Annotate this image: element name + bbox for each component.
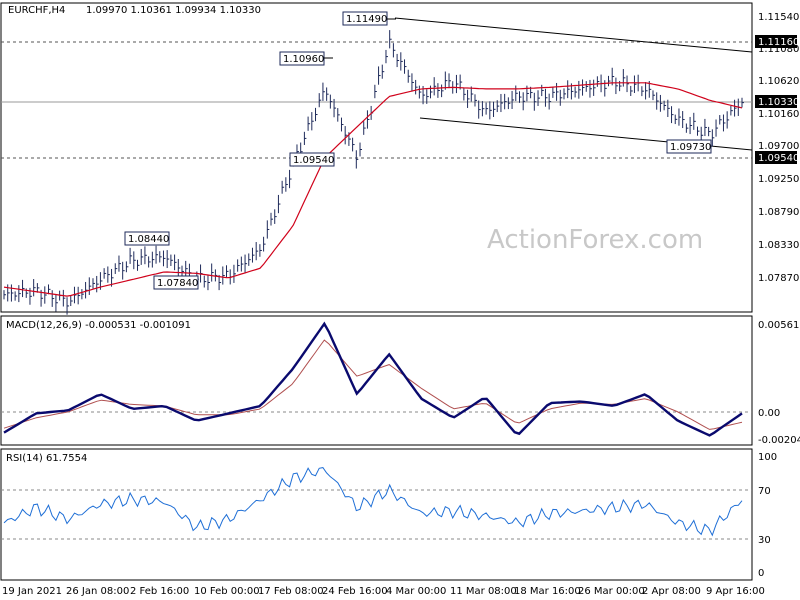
price-axis: 1.11540 1.11080 1.10620 1.10160 1.09700 … (755, 12, 799, 284)
date-tick: 17 Feb 08:00 (258, 586, 324, 597)
rsi-panel (0, 448, 753, 581)
callout-1-07840: 1.07840 (157, 278, 198, 289)
level-box-1-11160: 1.11160 (758, 37, 799, 48)
price-tick: 1.07870 (758, 273, 799, 284)
main-symbol: EURCHF,H4 (8, 5, 65, 16)
watermark: ActionForex.com (487, 225, 703, 255)
date-axis: 19 Jan 2021 26 Jan 08:00 2 Feb 16:00 10 … (2, 586, 765, 597)
date-tick: 4 Mar 00:00 (386, 586, 446, 597)
price-tick: 1.09700 (758, 141, 799, 152)
rsi-title: RSI(14) 61.7554 (6, 453, 87, 464)
date-tick: 2 Feb 16:00 (130, 586, 189, 597)
rsi-tick-0: 0 (758, 568, 764, 579)
date-tick: 18 Mar 16:00 (514, 586, 581, 597)
current-price-box: 1.10330 (758, 97, 799, 108)
date-tick: 2 Apr 08:00 (642, 586, 701, 597)
date-tick: 10 Feb 00:00 (194, 586, 260, 597)
callout-1-10960: 1.10960 (283, 54, 324, 65)
macd-tick-bottom: -0.002046 (758, 435, 800, 446)
callout-1-08440: 1.08440 (128, 234, 169, 245)
callout-1-09540: 1.09540 (293, 155, 334, 166)
main-ohlc-values: 1.09970 1.10361 1.09934 1.10330 (86, 5, 261, 16)
price-tick: 1.08330 (758, 240, 799, 251)
level-box-1-09540: 1.09540 (758, 153, 799, 164)
date-tick: 24 Feb 16:00 (322, 586, 388, 597)
price-tick: 1.08790 (758, 207, 799, 218)
date-tick: 26 Mar 00:00 (578, 586, 645, 597)
price-tick: 1.10620 (758, 76, 799, 87)
rsi-tick-30: 30 (758, 535, 771, 546)
macd-tick-zero: 0.00 (758, 408, 780, 419)
macd-title: MACD(12,26,9) -0.000531 -0.001091 (6, 320, 191, 331)
callout-1-09730: 1.09730 (670, 142, 711, 153)
macd-tick-top: 0.005618 (758, 320, 800, 331)
callout-high: 1.11490 (346, 14, 387, 25)
date-tick: 19 Jan 2021 (2, 586, 62, 597)
chart: ActionForex.com 1.11490 1.10960 1.09540 … (0, 2, 800, 597)
price-tick: 1.10160 (758, 109, 799, 120)
price-tick: 1.11540 (758, 12, 799, 23)
price-tick: 1.09250 (758, 174, 799, 185)
rsi-tick-70: 70 (758, 486, 771, 497)
date-tick: 26 Jan 08:00 (66, 586, 129, 597)
date-tick: 9 Apr 16:00 (706, 586, 765, 597)
date-tick: 11 Mar 08:00 (450, 586, 517, 597)
macd-panel (0, 315, 753, 446)
rsi-tick-100: 100 (758, 452, 777, 463)
